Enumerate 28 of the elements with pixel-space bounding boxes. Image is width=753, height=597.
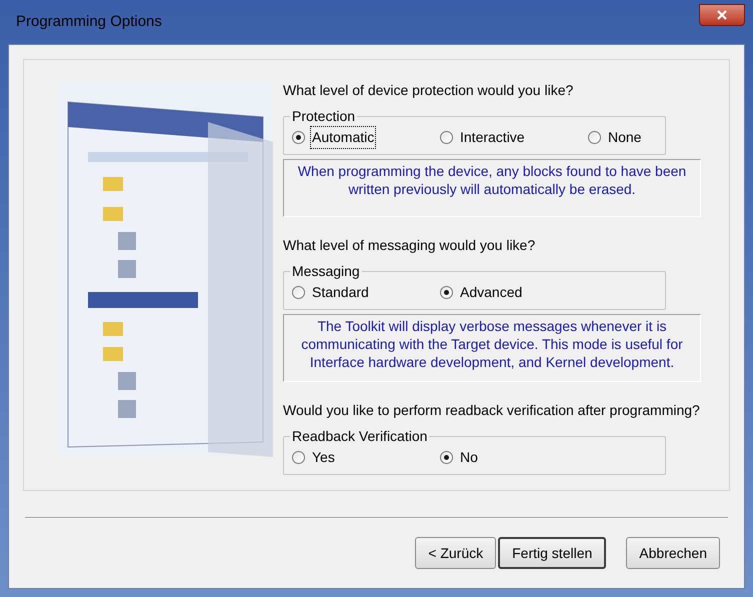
- info-text: The Toolkit will display verbose messages whenever it is communicating with the Target device. This mode is useful for Interface hardware development, and Kernel development.: [283, 314, 701, 382]
- info-text: When programming the device, any blocks found to have been written previously will automatically be erased.: [283, 159, 701, 217]
- radio-option[interactable]: No: [440, 447, 479, 468]
- dialog-button[interactable]: Abbrechen: [626, 537, 720, 569]
- question-text: Would you like to perform readback verification after programming?: [283, 401, 701, 420]
- radio-button[interactable]: [588, 131, 601, 144]
- radio-option[interactable]: None: [588, 127, 642, 148]
- group-legend: Messaging: [290, 261, 362, 282]
- radio-button[interactable]: [440, 286, 453, 299]
- radio-option[interactable]: Interactive: [440, 127, 588, 148]
- radio-button[interactable]: [292, 451, 305, 464]
- question-text: What level of device protection would you like?: [283, 81, 574, 100]
- close-icon: [717, 10, 727, 20]
- group-legend: Readback Verification: [290, 426, 430, 447]
- window-title: Programming Options: [16, 12, 162, 32]
- radio-button[interactable]: [440, 451, 453, 464]
- radio-button[interactable]: [440, 131, 453, 144]
- radio-button[interactable]: [292, 131, 305, 144]
- radio-option[interactable]: Advanced: [440, 282, 524, 303]
- group-legend: Protection: [290, 106, 358, 127]
- dialog-button[interactable]: < Zurück: [415, 537, 496, 569]
- radio-option[interactable]: Yes: [292, 447, 440, 468]
- radio-option[interactable]: Automatic: [292, 127, 440, 148]
- radio-button[interactable]: [292, 286, 305, 299]
- dialog-button[interactable]: Fertig stellen: [498, 537, 606, 569]
- radio-option[interactable]: Standard: [292, 282, 440, 303]
- close-button[interactable]: [699, 4, 745, 26]
- question-text: What level of messaging would you like?: [283, 236, 536, 255]
